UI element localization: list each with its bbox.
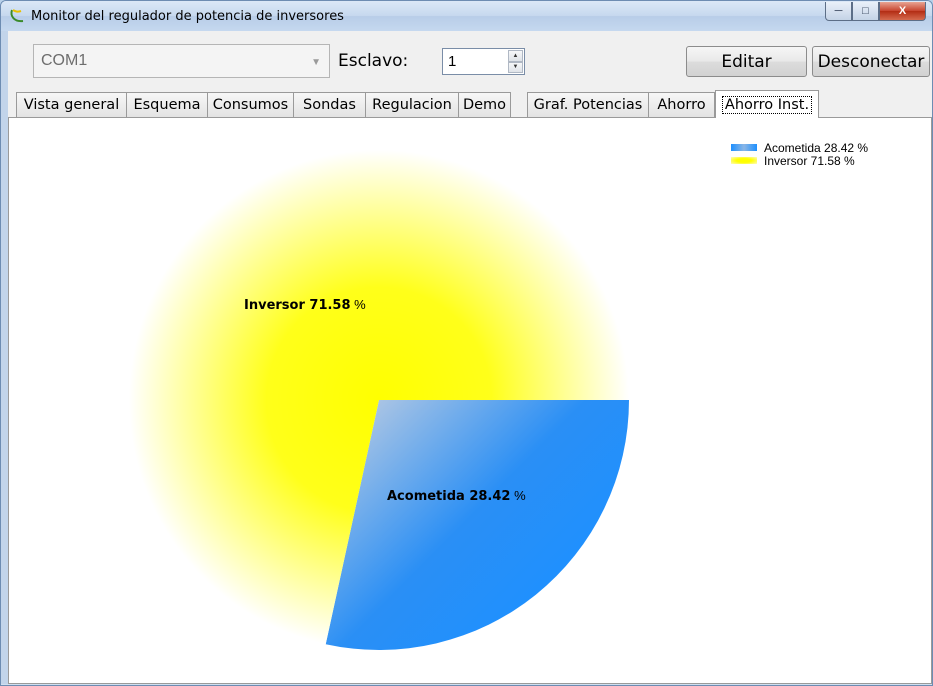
- slave-spinner[interactable]: 1 ▲ ▼: [442, 48, 525, 75]
- tab-label: Ahorro Inst.: [721, 95, 813, 114]
- app-icon: [10, 9, 24, 23]
- port-value: COM1: [41, 52, 88, 69]
- slave-value[interactable]: 1: [448, 53, 456, 70]
- tab-label: Consumos: [212, 97, 289, 113]
- tab-esquema[interactable]: Esquema: [126, 92, 208, 117]
- spin-down-icon[interactable]: ▼: [508, 61, 523, 73]
- close-icon: X: [898, 5, 907, 17]
- acometida-label-unit: %: [510, 488, 526, 503]
- disconnect-button[interactable]: Desconectar: [812, 46, 930, 77]
- app-window: Monitor del regulador de potencia de inv…: [0, 0, 933, 686]
- toolbar: COM1 ▼ Esclavo: 1 ▲ ▼ Editar Desconectar: [8, 31, 932, 91]
- legend-swatch-acometida: [731, 144, 757, 151]
- window-frame-left: [1, 31, 8, 684]
- pie-chart: [129, 149, 629, 650]
- pie-slice-acometida: [325, 400, 629, 650]
- minimize-icon: ─: [834, 5, 843, 17]
- inversor-label-unit: %: [350, 297, 366, 312]
- tab-label: Demo: [462, 97, 507, 113]
- tab-sondas[interactable]: Sondas: [293, 92, 366, 117]
- legend-swatch-inversor: [731, 157, 757, 164]
- close-button[interactable]: X: [879, 2, 926, 21]
- minimize-button[interactable]: ─: [825, 2, 852, 21]
- inversor-data-label: Inversor 71.58 %: [244, 297, 366, 313]
- tab-vista-general[interactable]: Vista general: [16, 92, 127, 117]
- tab-label: Regulacion: [372, 97, 452, 113]
- slave-label: Esclavo:: [338, 51, 409, 71]
- maximize-icon: □: [862, 5, 869, 17]
- legend-label-acometida: Acometida 28.42 %: [764, 141, 869, 155]
- inversor-label-text: Inversor 71.58: [244, 298, 351, 313]
- window-title: Monitor del regulador de potencia de inv…: [31, 9, 344, 24]
- tab-label: Ahorro: [657, 97, 706, 113]
- edit-button[interactable]: Editar: [686, 46, 807, 77]
- tab-graf-potencias[interactable]: Graf. Potencias: [527, 92, 649, 117]
- chevron-down-icon[interactable]: ▼: [311, 57, 321, 68]
- chart-panel: Inversor 71.58 % Acometida 28.42 % Acome…: [8, 117, 932, 684]
- client-area: COM1 ▼ Esclavo: 1 ▲ ▼ Editar Desconectar…: [8, 31, 932, 684]
- tab-consumos[interactable]: Consumos: [207, 92, 294, 117]
- tab-label: Esquema: [133, 97, 201, 113]
- tab-label: Sondas: [303, 97, 356, 113]
- tab-strip: Vista general Esquema Consumos Sondas Re…: [8, 90, 932, 118]
- legend-label-inversor: Inversor 71.58 %: [764, 154, 855, 168]
- maximize-button[interactable]: □: [852, 2, 879, 21]
- acometida-label-text: Acometida 28.42: [387, 489, 511, 504]
- acometida-data-label: Acometida 28.42 %: [387, 488, 526, 504]
- tab-regulacion[interactable]: Regulacion: [365, 92, 459, 117]
- title-bar[interactable]: Monitor del regulador de potencia de inv…: [1, 1, 932, 31]
- port-combobox[interactable]: COM1 ▼: [33, 44, 330, 78]
- tab-label: Graf. Potencias: [533, 97, 643, 113]
- tab-demo[interactable]: Demo: [458, 92, 511, 117]
- spin-up-icon[interactable]: ▲: [508, 50, 523, 62]
- tab-ahorro-inst[interactable]: Ahorro Inst.: [715, 90, 819, 118]
- tab-label: Vista general: [23, 97, 120, 113]
- tab-ahorro[interactable]: Ahorro: [648, 92, 715, 117]
